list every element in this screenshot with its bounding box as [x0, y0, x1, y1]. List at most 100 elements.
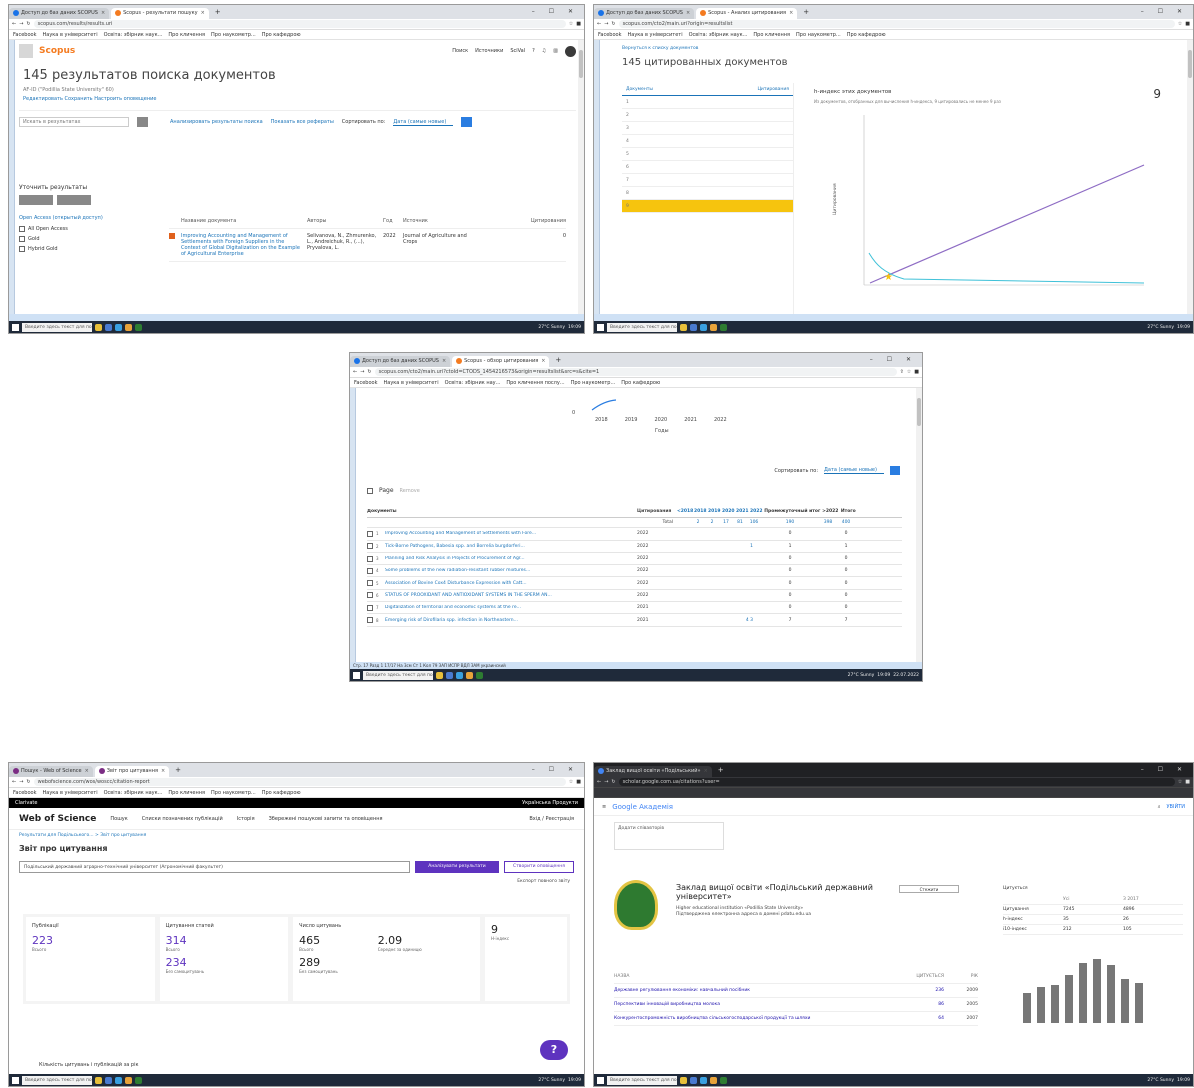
- back-icon[interactable]: ←: [12, 21, 16, 27]
- oa-option[interactable]: Hybrid Gold: [19, 246, 151, 252]
- bookmark-item[interactable]: Про наукометр...: [796, 32, 841, 38]
- taskbar-app-icon[interactable]: [125, 1076, 132, 1084]
- create-alert-button[interactable]: Створити оповіщення: [504, 861, 574, 873]
- taskbar-app-icon[interactable]: [436, 671, 443, 679]
- list-item[interactable]: 8: [622, 187, 793, 200]
- taskbar-app-icon[interactable]: [690, 1076, 697, 1084]
- reload-icon[interactable]: ↻: [367, 369, 371, 375]
- browser-tab[interactable]: Доступ до баз даних SCOPUS ×: [594, 8, 695, 19]
- checkbox[interactable]: [367, 530, 373, 537]
- bookmark-item[interactable]: Facebook: [13, 790, 37, 796]
- bookmark-item[interactable]: Про кафедрою: [847, 32, 886, 38]
- bookmark-item[interactable]: Наука в університеті: [43, 32, 98, 38]
- table-row[interactable]: 2 Tick-Borne Pathogens, Babesia spp. and …: [367, 541, 902, 553]
- reload-icon[interactable]: ↻: [611, 21, 615, 27]
- extensions-icon[interactable]: ■: [1185, 779, 1190, 785]
- bookmark-item[interactable]: Наука в університеті: [384, 380, 439, 386]
- taskbar-app-icon[interactable]: [125, 323, 132, 331]
- list-item[interactable]: 4: [622, 135, 793, 148]
- extensions-icon[interactable]: ■: [914, 369, 919, 375]
- clock[interactable]: 19:09: [1177, 325, 1190, 330]
- bookmark-item[interactable]: Освіта: збірник наук...: [104, 790, 163, 796]
- close-icon[interactable]: ×: [161, 768, 165, 774]
- checkbox[interactable]: [367, 543, 373, 550]
- new-tab-button[interactable]: +: [175, 763, 181, 777]
- bookmark-item[interactable]: Освіта: збірник наук...: [689, 32, 748, 38]
- browser-tab-active[interactable]: Scopus - Анализ цитирования ×: [696, 8, 798, 19]
- citing-total[interactable]: 314: [166, 934, 283, 947]
- follow-button[interactable]: Стежити: [899, 885, 959, 893]
- reload-icon[interactable]: ↻: [611, 779, 615, 785]
- table-row[interactable]: Improving Accounting and Management of S…: [169, 229, 566, 262]
- document-link[interactable]: Planning and Risk Analysis in Projects o…: [385, 556, 525, 561]
- bell-icon[interactable]: ♫: [542, 48, 546, 54]
- nav-history[interactable]: Історія: [237, 816, 255, 822]
- browser-tab[interactable]: Пошук - Web of Science ×: [9, 766, 93, 777]
- taskbar-app-icon[interactable]: [710, 1076, 717, 1084]
- document-link[interactable]: Some problems of the new radiation-resis…: [385, 568, 530, 573]
- date[interactable]: 22.07.2022: [893, 673, 919, 678]
- bookmark-item[interactable]: Facebook: [598, 32, 622, 38]
- taskbar-app-icon[interactable]: [105, 323, 112, 331]
- signin-button[interactable]: УВІЙТИ: [1167, 804, 1186, 810]
- taskbar-app-icon[interactable]: [115, 1076, 122, 1084]
- back-icon[interactable]: ←: [353, 369, 357, 375]
- window-controls[interactable]: – ☐ ✕: [532, 763, 579, 777]
- weather[interactable]: 27°C Sunny: [848, 673, 875, 678]
- bookmark-item[interactable]: Наука в університеті: [43, 790, 98, 796]
- taskbar-search-input[interactable]: Введите здесь текст для поиска: [22, 1075, 92, 1085]
- table-row[interactable]: 5 Association of Bovine Cox4 Disturbance …: [367, 577, 902, 590]
- taskbar-app-icon[interactable]: [135, 1076, 142, 1084]
- forward-icon[interactable]: →: [360, 369, 364, 375]
- window-controls[interactable]: – ☐ ✕: [532, 5, 579, 19]
- extensions-icon[interactable]: ■: [576, 21, 581, 27]
- nav-saved-searches[interactable]: Збережені пошукові запити та оповіщення: [269, 816, 383, 822]
- taskbar-app-icon[interactable]: [456, 671, 463, 679]
- windows-start-icon[interactable]: [597, 323, 604, 331]
- bookmark-item[interactable]: Про наукометр...: [571, 380, 616, 386]
- extensions-icon[interactable]: ■: [1185, 21, 1190, 27]
- taskbar-app-icon[interactable]: [115, 323, 122, 331]
- bookmark-item[interactable]: Facebook: [13, 32, 37, 38]
- institution-icon[interactable]: ▥: [553, 48, 558, 54]
- oa-option[interactable]: Gold: [19, 236, 151, 242]
- exclude-button[interactable]: [57, 195, 91, 205]
- bookmark-item[interactable]: Про кличення послу...: [506, 380, 564, 386]
- star-icon[interactable]: ☆: [1178, 779, 1182, 785]
- clock[interactable]: 19:09: [1177, 1078, 1190, 1083]
- show-abstracts-link[interactable]: Показать все рефераты: [271, 119, 334, 125]
- select-page-checkbox[interactable]: [367, 487, 373, 494]
- checkbox[interactable]: [19, 246, 25, 252]
- star-icon[interactable]: ☆: [907, 369, 911, 375]
- bookmark-item[interactable]: Про кафедрою: [262, 32, 301, 38]
- bookmark-item[interactable]: Про кафедрою: [621, 380, 660, 386]
- taskbar-app-icon[interactable]: [710, 323, 717, 331]
- table-row[interactable]: 1 Improving Accounting and Management of …: [367, 528, 902, 541]
- close-icon[interactable]: ×: [442, 358, 446, 364]
- star-icon[interactable]: ☆: [569, 21, 573, 27]
- checkbox[interactable]: [19, 226, 25, 232]
- star-icon[interactable]: ☆: [569, 779, 573, 785]
- oa-option[interactable]: All Open Access: [19, 226, 151, 232]
- browser-tab-active[interactable]: Заклад вищої освіти «Подільський» ×: [594, 766, 712, 777]
- forward-icon[interactable]: →: [19, 779, 23, 785]
- document-link[interactable]: Digitalization of territorial and econom…: [385, 605, 521, 610]
- bookmark-item[interactable]: Про кличення: [168, 32, 205, 38]
- list-item[interactable]: 3: [622, 122, 793, 135]
- forward-icon[interactable]: →: [604, 21, 608, 27]
- nav-search[interactable]: Пошук: [110, 816, 127, 822]
- taskbar-app-icon[interactable]: [680, 323, 687, 331]
- scrollbar[interactable]: [578, 40, 584, 314]
- checkbox[interactable]: [367, 592, 373, 599]
- share-icon[interactable]: ⇪: [900, 369, 904, 375]
- coauthors-box[interactable]: Додати співавторів: [614, 822, 724, 850]
- taskbar-search-input[interactable]: Введите здесь текст для поиска: [607, 1075, 677, 1085]
- windows-start-icon[interactable]: [12, 323, 19, 331]
- language-products[interactable]: Українська Продукти: [522, 798, 578, 808]
- table-row[interactable]: 3 Planning and Risk Analysis in Projects …: [367, 553, 902, 566]
- taskbar-app-icon[interactable]: [135, 323, 142, 331]
- table-row[interactable]: 8 Emerging risk of Dirofilaria spp. infec…: [367, 614, 902, 627]
- reload-icon[interactable]: ↻: [26, 779, 30, 785]
- document-link[interactable]: Association of Bovine Cox4 Disturbance E…: [385, 581, 527, 586]
- nav-sources[interactable]: Источники: [475, 48, 503, 54]
